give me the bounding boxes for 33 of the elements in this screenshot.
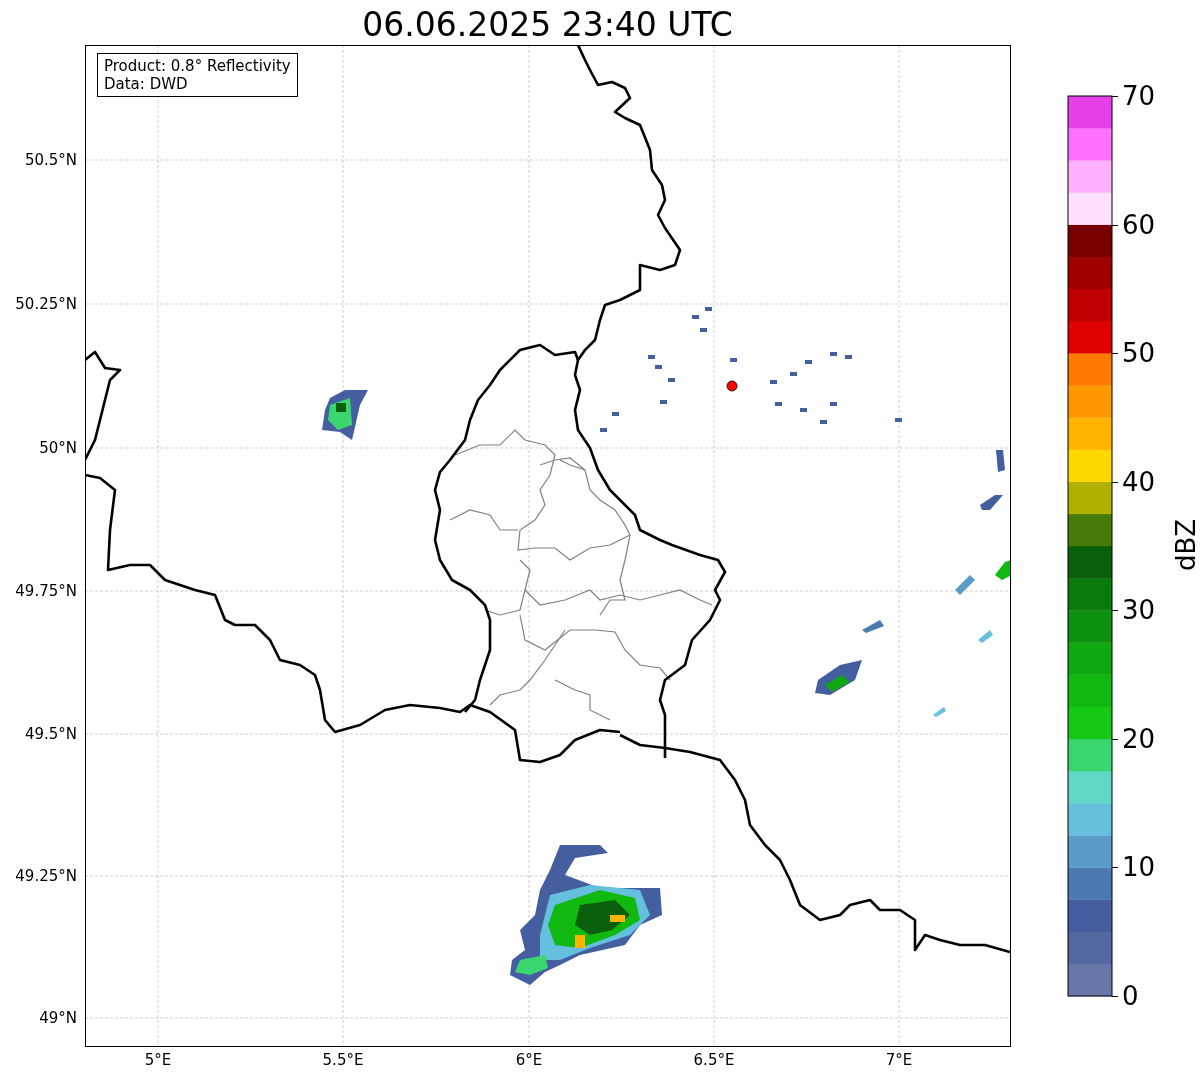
tick-mark [1112,96,1118,97]
latitude-label: 49.25°N [15,867,77,885]
colorbar-tick-label: 70 [1122,81,1156,111]
tick-mark [1112,481,1118,483]
latitude-label: 50°N [39,439,77,457]
colorbar-label: dBZ [1171,518,1202,572]
colorbar-tick-label: 40 [1122,466,1156,497]
radar-site-marker [726,380,738,392]
tick-mark [1112,610,1118,612]
colorbar-tick-label: 30 [1122,595,1156,626]
colorbar-tick-label: 50 [1122,338,1156,369]
latitude-label: 49°N [39,1009,77,1027]
tick-mark [1112,353,1118,355]
latitude-label: 49.75°N [15,582,77,600]
longitude-label: 5°E [144,1051,172,1069]
colorbar-tick-label: 10 [1122,852,1156,883]
colorbar-tick-label: 60 [1122,209,1156,240]
info-text: Product: 0.8° Reflectivity [104,57,291,75]
latitude-label: 50.5°N [24,151,77,169]
info-text: Data: DWD [104,75,189,93]
tick-mark [1112,224,1118,226]
plot-title: 06.06.2025 23:40 UTC [361,4,734,46]
colorbar-tick-label: 0 [1122,981,1139,1011]
colorbar-tick-label: 20 [1122,723,1156,754]
longitude-label: 5.5°E [322,1051,364,1069]
tick-mark [1112,996,1118,997]
longitude-label: 7°E [885,1051,913,1069]
longitude-label: 6°E [515,1051,543,1069]
latitude-label: 49.5°N [24,725,77,743]
longitude-label: 6.5°E [693,1051,735,1069]
latitude-label: 50.25°N [15,295,77,313]
tick-mark [1112,867,1118,869]
tick-mark [1112,738,1118,740]
